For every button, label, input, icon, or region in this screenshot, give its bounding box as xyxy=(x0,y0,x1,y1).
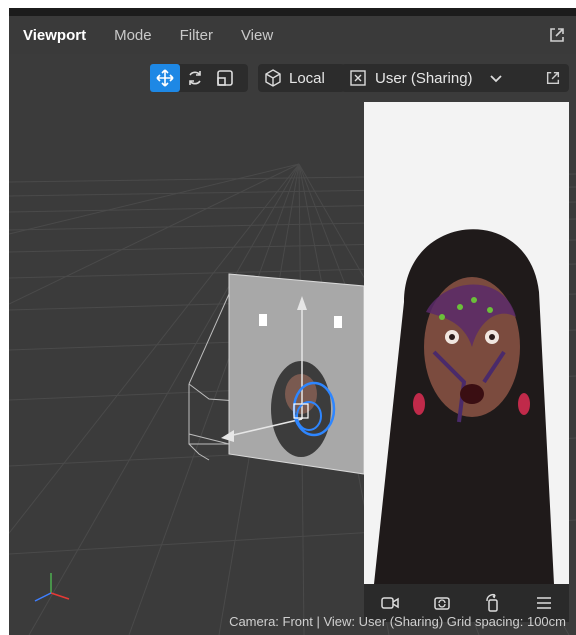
space-label: Local xyxy=(289,69,325,87)
menu-filter[interactable]: Filter xyxy=(166,27,227,44)
move-tool-button[interactable] xyxy=(150,64,180,92)
scale-icon xyxy=(217,70,233,86)
menu-icon[interactable] xyxy=(535,594,553,612)
cube-icon xyxy=(265,69,281,87)
transform-toolbar xyxy=(150,64,248,92)
rotate-icon xyxy=(189,71,201,85)
viewport-window: Viewport Mode Filter View Local User (Sh… xyxy=(9,8,576,635)
window-top-strip xyxy=(9,8,576,16)
close-icon[interactable] xyxy=(349,69,367,87)
pop-out-icon[interactable] xyxy=(545,70,561,86)
rotate-tool-button[interactable] xyxy=(180,64,210,92)
camera-preview xyxy=(364,102,569,584)
menu-mode[interactable]: Mode xyxy=(100,27,166,44)
space-toggle[interactable]: Local xyxy=(258,64,345,92)
external-window-icon[interactable] xyxy=(548,26,566,44)
axis-indicator xyxy=(34,573,70,602)
viewport-header: Viewport Mode Filter View xyxy=(9,16,576,54)
switch-camera-icon[interactable] xyxy=(432,593,452,613)
scene-objects xyxy=(188,273,369,475)
video-camera-icon[interactable] xyxy=(380,593,400,613)
scene-viewport[interactable]: Local User (Sharing) Camera: Front | Vie… xyxy=(9,54,576,635)
move-icon xyxy=(156,69,174,87)
menu-view[interactable]: View xyxy=(227,27,287,44)
preview-image xyxy=(364,102,569,584)
rotate-device-icon[interactable] xyxy=(483,593,503,613)
status-bar-text: Camera: Front | View: User (Sharing) Gri… xyxy=(229,614,566,629)
chevron-down-icon[interactable] xyxy=(489,71,503,85)
camera-select-value: User (Sharing) xyxy=(375,69,473,87)
camera-select[interactable]: User (Sharing) xyxy=(341,64,569,92)
scale-tool-button[interactable] xyxy=(210,64,240,92)
tab-viewport[interactable]: Viewport xyxy=(9,27,100,44)
